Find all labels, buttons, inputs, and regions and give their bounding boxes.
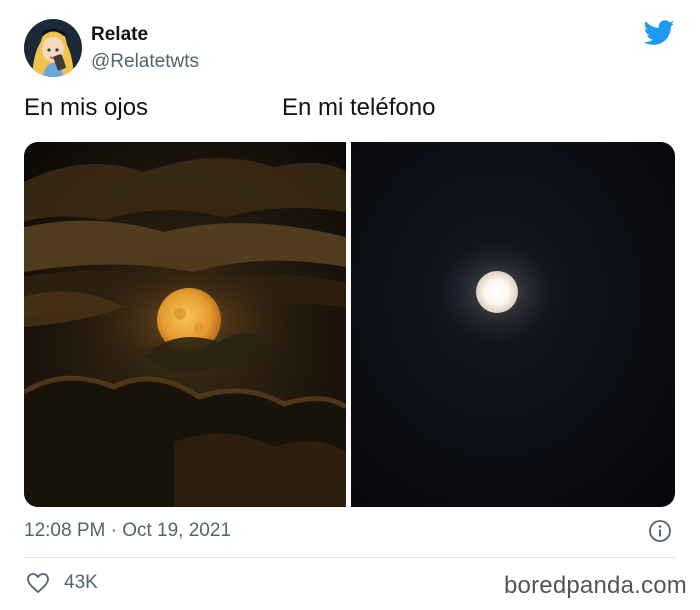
caption-my-phone: En mi teléfono (282, 94, 436, 121)
heart-icon[interactable] (26, 572, 50, 594)
user-handle[interactable]: @Relatetwts (91, 51, 199, 73)
tweet-card: Relate @Relatetwts En mis ojos En mi tel… (0, 0, 700, 610)
avatar-image (24, 19, 82, 77)
watermark: boredpanda.com (504, 572, 687, 599)
avatar[interactable] (24, 19, 82, 77)
photo-moon-phone[interactable] (351, 142, 675, 507)
display-name[interactable]: Relate (91, 24, 148, 46)
photo-moon-eyes[interactable] (24, 142, 346, 507)
info-icon[interactable] (648, 519, 672, 543)
twitter-bird-icon[interactable] (643, 19, 675, 47)
divider (24, 557, 675, 558)
caption-my-eyes: En mis ojos (24, 94, 149, 121)
like-count[interactable]: 43K (64, 572, 98, 594)
tweet-timestamp[interactable]: 12:08 PM · Oct 19, 2021 (24, 520, 231, 542)
